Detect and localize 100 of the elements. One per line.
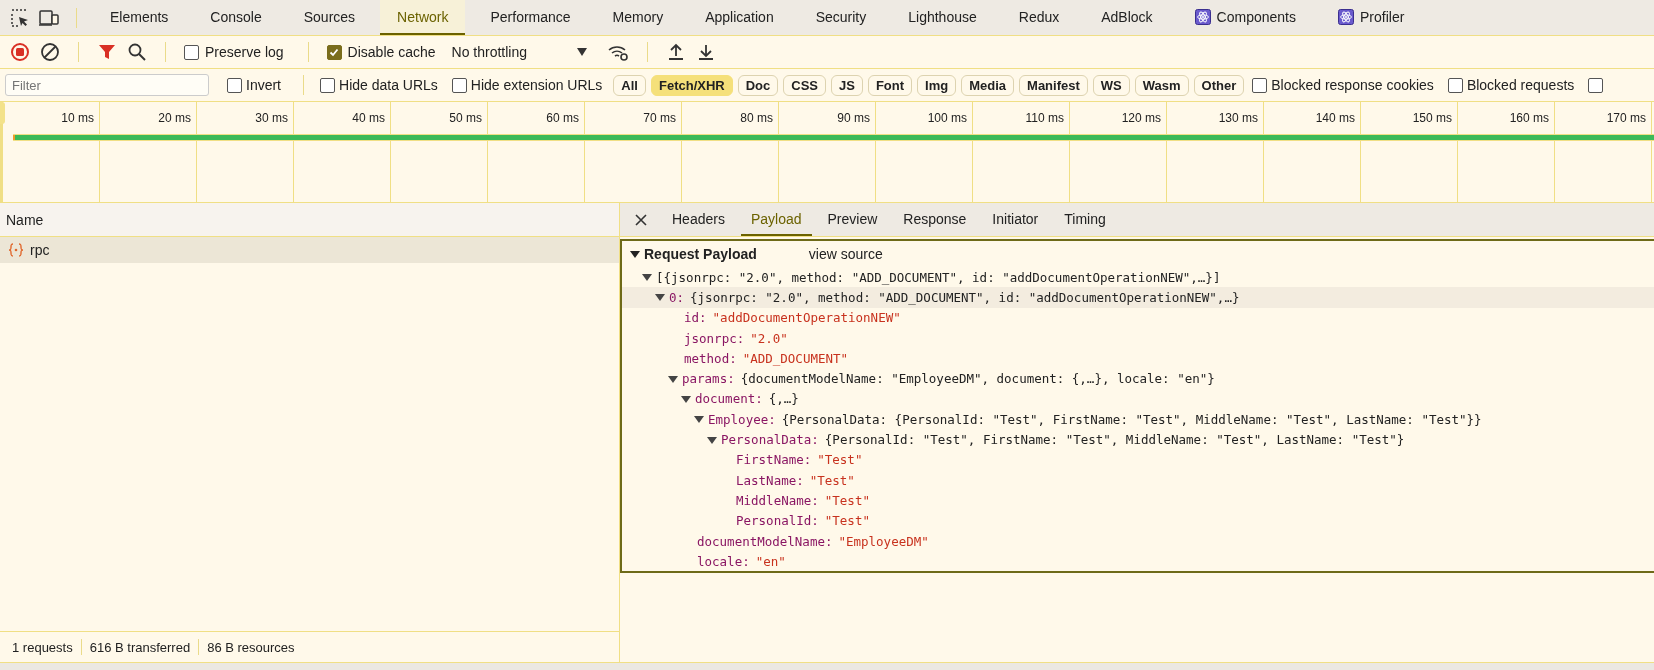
checkbox[interactable]: [1447, 77, 1463, 93]
inspect-icon[interactable]: [10, 7, 30, 28]
details-tab[interactable]: Preview: [817, 203, 888, 236]
type-filter-chip[interactable]: CSS: [783, 74, 826, 96]
throttling-select[interactable]: No throttling: [451, 44, 527, 60]
expand-triangle-icon[interactable]: [707, 434, 717, 445]
tick-label: 170 ms: [1606, 111, 1646, 125]
filter-icon[interactable]: [97, 42, 117, 62]
tree-row[interactable]: Employee: {PersonalData: {PersonalId: "Test", FirstName: "Test", MiddleName: "Test", LastName: "Test"}}: [622, 409, 1654, 430]
panel-tab[interactable]: Console: [193, 0, 279, 35]
panel-tab[interactable]: Security: [798, 0, 884, 35]
atom-icon: [1194, 8, 1211, 25]
checkbox[interactable]: [1252, 77, 1268, 93]
panel-tab[interactable]: Elements: [93, 0, 186, 35]
tree-row[interactable]: jsonrpc: "2.0": [622, 327, 1654, 349]
checkbox-label: Hide data URLs: [339, 77, 438, 93]
checkbox[interactable]: [320, 77, 335, 93]
type-filter-chip[interactable]: JS: [831, 74, 863, 96]
details-tab[interactable]: Initiator: [982, 203, 1049, 236]
tree-row[interactable]: MiddleName: "Test": [622, 490, 1654, 511]
checkbox[interactable]: [1588, 77, 1604, 93]
stop-recording-icon[interactable]: [10, 42, 30, 62]
type-filter-chip[interactable]: Img: [917, 74, 957, 96]
column-header: Name: [6, 211, 44, 228]
checkbox[interactable]: [184, 44, 199, 60]
tree-key: locale:: [697, 553, 750, 569]
view-source-link[interactable]: view source: [808, 246, 883, 262]
checkbox[interactable]: [326, 44, 342, 60]
type-filter-chip[interactable]: Font: [867, 74, 913, 96]
upload-icon[interactable]: [666, 42, 686, 62]
request-row[interactable]: rpc: [0, 237, 619, 263]
tree-summary: {PersonalData: {PersonalId: "Test", FirstName: "Test", MiddleName: "Test", LastName: "Test"}}: [781, 411, 1482, 427]
panel-tab[interactable]: Sources: [286, 0, 373, 35]
tree-key: 0:: [669, 289, 685, 305]
expand-triangle-icon[interactable]: [681, 393, 691, 404]
tree-key: Employee:: [708, 411, 776, 427]
expand-triangle-icon[interactable]: [655, 292, 665, 303]
type-filter-chip[interactable]: All: [613, 74, 646, 96]
tick-label: 120 ms: [1121, 111, 1161, 125]
tree-row[interactable]: locale: "en": [622, 551, 1654, 572]
request-name: rpc: [30, 242, 50, 258]
type-filter-chip[interactable]: WS: [1092, 74, 1130, 96]
panel-tab[interactable]: AdBlock: [1084, 0, 1170, 35]
tree-row[interactable]: 0: {jsonrpc: "2.0", method: "ADD_DOCUMENT", id: "addDocumentOperationNEW",…}: [622, 287, 1654, 308]
tree-row[interactable]: PersonalId: "Test": [622, 510, 1654, 531]
search-icon[interactable]: [127, 42, 147, 62]
type-filter-chip[interactable]: Wasm: [1134, 74, 1189, 96]
details-tab[interactable]: Response: [893, 203, 977, 236]
details-tab[interactable]: Timing: [1054, 203, 1116, 236]
tick-label: 90 ms: [837, 111, 870, 125]
tree-row[interactable]: LastName: "Test": [622, 469, 1654, 491]
panel-tab[interactable]: Lighthouse: [891, 0, 994, 35]
panel-tab[interactable]: Redux: [1001, 0, 1077, 35]
timeline-handle[interactable]: [0, 102, 5, 124]
panel-tab[interactable]: Memory: [595, 0, 681, 35]
checkbox[interactable]: [451, 77, 467, 93]
checkbox-label: Hide extension URLs: [470, 77, 603, 93]
checkbox[interactable]: [227, 77, 242, 93]
close-icon[interactable]: [634, 212, 648, 227]
type-filter-chip[interactable]: Media: [961, 74, 1015, 96]
checkbox-label: Disable cache: [347, 44, 436, 60]
type-filter-chip[interactable]: Fetch/XHR: [651, 74, 733, 96]
details-tab[interactable]: Headers: [662, 203, 735, 236]
panel-tab[interactable]: Performance: [473, 0, 588, 35]
expand-triangle-icon[interactable]: [630, 249, 640, 259]
type-filter-chip[interactable]: Manifest: [1019, 74, 1088, 96]
tree-row[interactable]: PersonalData: {PersonalId: "Test", FirstName: "Test", MiddleName: "Test", LastName: "Test"}: [622, 429, 1654, 450]
panel-tab[interactable]: Profiler: [1321, 0, 1422, 35]
tick-label: 40 ms: [352, 111, 385, 125]
tree-row[interactable]: document: {,…}: [622, 388, 1654, 410]
device-icon[interactable]: [38, 7, 60, 28]
panel-tab[interactable]: Application: [688, 0, 791, 35]
type-filter-chip[interactable]: Other: [1193, 74, 1245, 96]
clear-icon[interactable]: [40, 42, 60, 62]
tree-key: LastName:: [736, 472, 804, 488]
tick-label: 80 ms: [740, 111, 773, 125]
expand-triangle-icon[interactable]: [694, 414, 704, 425]
tree-row[interactable]: documentModelName: "EmployeeDM": [622, 530, 1654, 552]
tree-row[interactable]: [{jsonrpc: "2.0", method: "ADD_DOCUMENT", id: "addDocumentOperationNEW",…}]: [622, 267, 1654, 288]
expand-triangle-icon[interactable]: [668, 373, 678, 384]
panel-tab[interactable]: Network: [380, 0, 466, 35]
type-filter-chip[interactable]: Doc: [737, 74, 779, 96]
details-tab[interactable]: Payload: [740, 203, 812, 236]
status-text: 86 B resources: [207, 639, 295, 655]
tree-row[interactable]: params: {documentModelName: "EmployeeDM", document: {,…}, locale: "en"}: [622, 368, 1654, 389]
checkbox-label: Blocked requests: [1466, 77, 1575, 93]
status-text: 616 B transferred: [89, 639, 191, 655]
tree-row[interactable]: id: "addDocumentOperationNEW": [622, 307, 1654, 328]
section-title: Request Payload: [644, 246, 757, 262]
check-icon: [328, 46, 341, 58]
expand-triangle-icon[interactable]: [642, 272, 652, 283]
tick-label: 70 ms: [643, 111, 676, 125]
download-icon[interactable]: [696, 42, 716, 62]
filter-field[interactable]: Filter: [5, 74, 209, 96]
tree-value: "EmployeeDM": [838, 533, 929, 549]
tree-row[interactable]: method: "ADD_DOCUMENT": [622, 348, 1654, 369]
tree-row[interactable]: FirstName: "Test": [622, 449, 1654, 470]
tree-key: document:: [695, 391, 763, 407]
panel-tab[interactable]: Components: [1177, 0, 1313, 35]
caret-icon[interactable]: [577, 48, 587, 56]
